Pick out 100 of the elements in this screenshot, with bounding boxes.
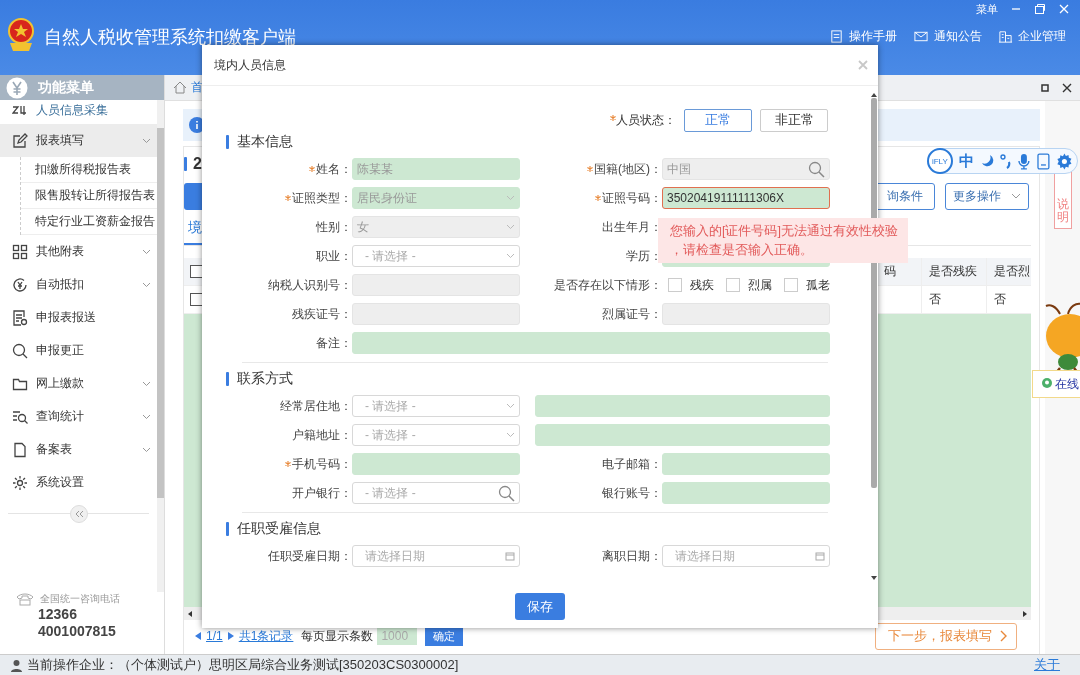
header-link[interactable]: 操作手册 <box>829 28 897 45</box>
home-icon[interactable] <box>173 81 187 94</box>
input-field[interactable]: 35020419111111306X <box>662 187 830 209</box>
save-button[interactable]: 保存 <box>515 593 565 620</box>
maximize-icon[interactable] <box>1040 82 1050 93</box>
mail-icon <box>913 29 929 44</box>
field-label: 纳税人识别号： <box>268 276 352 294</box>
field-label: 国籍(地区)： <box>594 160 662 178</box>
search-icon[interactable] <box>498 484 515 502</box>
input-field[interactable]: 陈某某 <box>352 158 520 180</box>
input-field[interactable] <box>662 482 830 504</box>
column-header: 是否烈 <box>994 263 1030 280</box>
date-field[interactable]: 请选择日期 <box>352 545 520 567</box>
chevron-icon <box>142 248 151 255</box>
input-field[interactable] <box>352 453 520 475</box>
menu-button[interactable]: 菜单 <box>976 1 998 17</box>
sidebar-item[interactable]: 备案表 <box>0 433 157 466</box>
field-label: 任职受雇日期： <box>268 547 352 565</box>
field-label: 性别： <box>316 218 352 236</box>
grid-icon <box>12 243 28 260</box>
sidebar-item[interactable]: 报表填写 <box>0 124 157 157</box>
scroll-up-icon[interactable] <box>870 92 878 98</box>
header-link[interactable]: 企业管理 <box>998 28 1066 45</box>
hotline-number: 12366 <box>37 606 78 623</box>
header-link[interactable]: 通知公告 <box>913 28 982 45</box>
search-icon <box>12 342 28 359</box>
sidebar-item[interactable]: 系统设置 <box>0 466 157 499</box>
chevron-icon <box>142 446 151 453</box>
error-tooltip: 您输入的[证件号码]无法通过有效性校验 ，请检查是否输入正确。 <box>658 218 908 263</box>
input-field[interactable] <box>662 453 830 475</box>
restore-icon[interactable] <box>1034 3 1046 15</box>
edit-icon <box>12 132 28 149</box>
list-search-icon <box>12 408 28 425</box>
chevron-icon <box>506 224 515 230</box>
table-cell: 否 <box>994 291 1006 308</box>
next-page-icon[interactable] <box>226 631 235 641</box>
status-option[interactable]: 正常 <box>684 108 752 132</box>
sidebar-item[interactable]: 查询统计 <box>0 400 157 433</box>
page-size-label: 每页显示条数 <box>301 627 374 645</box>
record-count-link[interactable]: 共1条记录 <box>238 627 294 645</box>
input-field[interactable] <box>535 395 830 417</box>
hotline-number: 4001007815 <box>37 623 117 640</box>
sidebar-item[interactable]: 其他附表 <box>0 235 157 268</box>
sidebar-item[interactable]: 申报表报送 <box>0 301 157 334</box>
sidebar-item[interactable]: 申报更正 <box>0 334 157 367</box>
online-service-chip[interactable]: 在线 <box>1032 370 1080 398</box>
scroll-down-icon[interactable] <box>870 575 878 581</box>
select-field[interactable]: 居民身份证 <box>352 187 520 209</box>
sidebar-item[interactable]: 人员信息采集 <box>0 100 157 124</box>
select-field[interactable]: - 请选择 - <box>352 424 520 446</box>
column-header: 是否残疾 <box>929 263 977 280</box>
sidebar-item[interactable]: 自动抵扣 <box>0 268 157 301</box>
chevron-icon <box>142 137 151 144</box>
chevron-icon <box>142 413 151 420</box>
confirm-button[interactable]: 确定 <box>425 626 464 646</box>
field-label: 证照号码： <box>602 189 662 207</box>
chevron-icon <box>506 432 515 438</box>
building-icon <box>998 29 1013 44</box>
select-field[interactable]: - 请选择 - <box>352 395 520 417</box>
status-option[interactable]: 非正常 <box>760 108 828 132</box>
language-toggle[interactable]: 中 <box>958 151 974 171</box>
manual-icon <box>829 29 844 44</box>
calendar-icon[interactable] <box>505 551 515 561</box>
date-field[interactable]: 请选择日期 <box>662 545 830 567</box>
field-label: 人员状态： <box>616 111 676 129</box>
settings-icon[interactable] <box>1056 152 1073 170</box>
prev-page-icon[interactable] <box>194 631 202 641</box>
chevron-icon <box>506 253 515 259</box>
help-tab[interactable]: 说明 <box>1053 171 1072 229</box>
next-step-button[interactable]: 下一步，报表填写 <box>875 622 1017 650</box>
toolbar-button[interactable]: 询条件 <box>875 182 935 210</box>
ifly-logo[interactable]: iFLY <box>927 148 953 174</box>
field-label: 电子邮箱： <box>602 455 662 473</box>
moon-icon[interactable] <box>979 154 994 168</box>
about-link[interactable]: 关于 <box>1034 656 1060 674</box>
calendar-icon[interactable] <box>815 551 825 561</box>
punctuation-icon[interactable] <box>999 153 1012 169</box>
scrollbar[interactable] <box>157 100 164 592</box>
field-label: 银行账号： <box>602 484 662 502</box>
close-icon[interactable] <box>1062 82 1072 93</box>
select-field[interactable]: - 请选择 - <box>352 245 520 267</box>
field-label: 烈属证号： <box>602 305 662 323</box>
toolbar-button[interactable]: 更多操作 <box>945 182 1029 210</box>
chevron-icon <box>142 380 151 387</box>
page-number[interactable]: 1/1 <box>206 629 223 643</box>
breadcrumb-tab[interactable]: 首 <box>191 79 203 96</box>
sidebar-item[interactable]: 网上缴款 <box>0 367 157 400</box>
dialog-title: 境内人员信息 <box>214 56 286 74</box>
chevron-icon <box>1000 630 1008 642</box>
field-label: 残疾证号： <box>292 305 352 323</box>
column-header: 码 <box>884 263 896 280</box>
section-title: 联系方式 <box>237 370 293 388</box>
input-field[interactable] <box>535 424 830 446</box>
collapse-icon[interactable] <box>69 505 88 523</box>
input-field[interactable]: - 请选择 - <box>352 482 520 504</box>
chevron-icon <box>506 195 515 201</box>
yen-refresh-icon <box>12 276 28 293</box>
microphone-icon[interactable] <box>1017 152 1032 170</box>
input-field[interactable] <box>352 332 830 354</box>
field-label: 证照类型： <box>292 189 352 207</box>
